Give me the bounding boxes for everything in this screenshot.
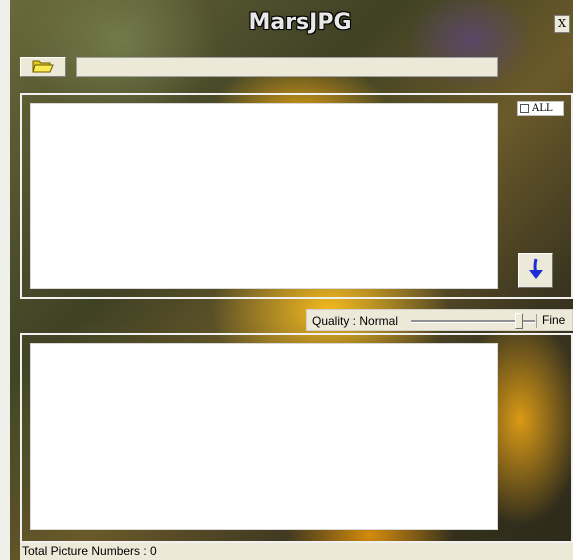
quality-label: Quality : Normal: [312, 314, 399, 328]
app-title: MarsJPG: [248, 10, 352, 35]
open-folder-button[interactable]: [20, 57, 66, 77]
folder-path-field[interactable]: [76, 57, 498, 77]
quality-slider-thumb[interactable]: [515, 313, 523, 329]
window-left-edge: [0, 0, 10, 560]
select-all-label: ALL: [532, 103, 553, 114]
quality-slider-bar: Quality : Normal Fine: [306, 309, 573, 331]
quality-fine-label: Fine: [536, 314, 565, 328]
arrow-down-icon: [527, 257, 545, 284]
source-file-list[interactable]: [30, 103, 498, 289]
convert-down-button[interactable]: [518, 253, 553, 288]
select-all-checkbox[interactable]: ALL: [517, 101, 564, 116]
folder-open-icon: [32, 58, 54, 77]
checkbox-box[interactable]: [520, 104, 529, 113]
output-file-list[interactable]: [30, 343, 498, 530]
status-bar: Total Picture Numbers : 0: [20, 543, 573, 560]
close-button[interactable]: X: [554, 15, 570, 33]
app-window: MarsJPG X ALL Quality : Normal Fine Tota…: [0, 0, 573, 560]
